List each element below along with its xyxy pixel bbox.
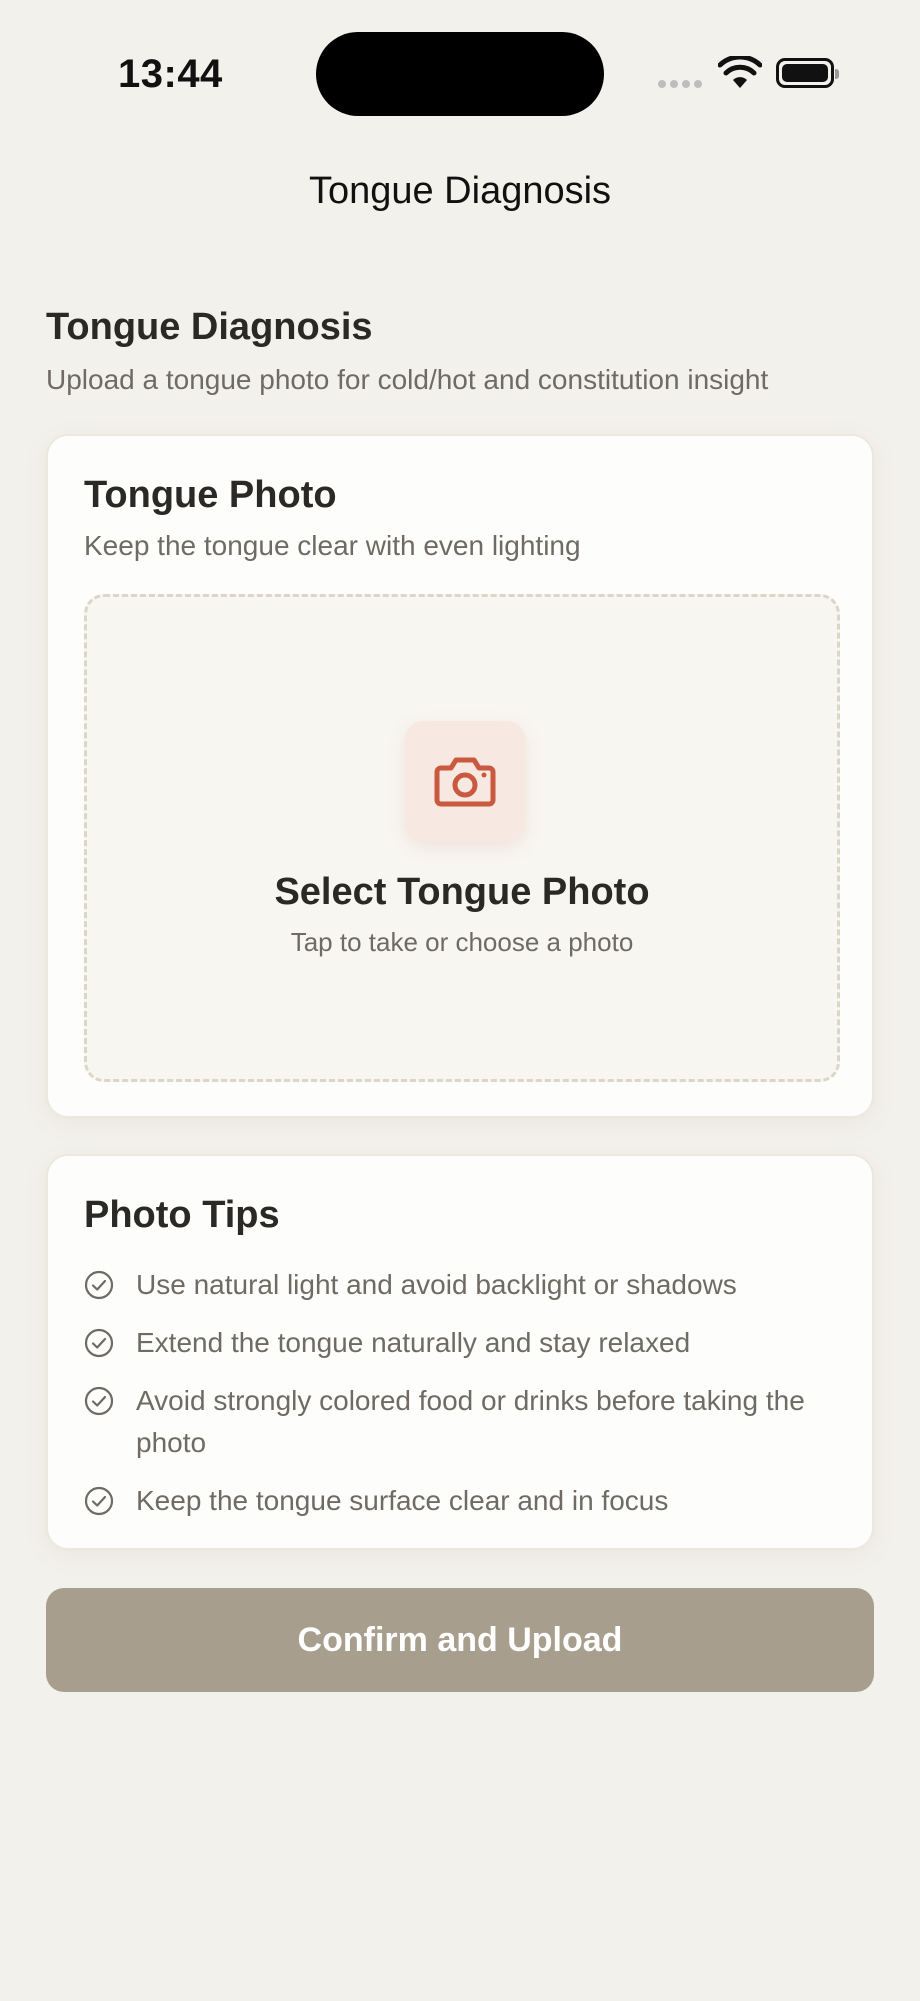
cellular-signal-icon	[658, 80, 702, 88]
tips-card-title: Photo Tips	[84, 1194, 280, 1236]
screen: 13:44 Tongue Diagnosis Tongue Diagnosis …	[0, 0, 920, 2001]
check-circle-icon	[84, 1486, 114, 1516]
tip-text: Use natural light and avoid backlight or…	[136, 1269, 737, 1300]
confirm-upload-button[interactable]: Confirm and Upload	[46, 1588, 874, 1692]
status-time: 13:44	[118, 52, 223, 96]
list-item: Keep the tongue surface clear and in foc…	[84, 1480, 844, 1522]
tip-text: Keep the tongue surface clear and in foc…	[136, 1485, 669, 1516]
photo-card-subtitle: Keep the tongue clear with even lighting	[84, 530, 581, 561]
photo-card-title: Tongue Photo	[84, 474, 337, 516]
check-circle-icon	[84, 1270, 114, 1300]
camera-icon-box	[405, 721, 525, 841]
dropzone-subtitle: Tap to take or choose a photo	[290, 927, 634, 957]
photo-dropzone[interactable]: Select Tongue Photo Tap to take or choos…	[84, 594, 840, 1082]
nav-title: Tongue Diagnosis	[308, 170, 612, 212]
dynamic-island	[316, 32, 604, 116]
tip-text: Extend the tongue naturally and stay rel…	[136, 1327, 691, 1358]
tips-list: Use natural light and avoid backlight or…	[84, 1264, 844, 1538]
battery-icon	[776, 58, 839, 88]
photo-tips-card: Photo Tips Use natural light and avoid b…	[46, 1154, 874, 1550]
wifi-icon	[718, 56, 762, 88]
list-item: Extend the tongue naturally and stay rel…	[84, 1322, 844, 1364]
list-item: Avoid strongly colored food or drinks be…	[84, 1380, 844, 1464]
tongue-photo-card: Tongue Photo Keep the tongue clear with …	[46, 434, 874, 1118]
check-circle-icon	[84, 1386, 114, 1416]
page-heading: Tongue Diagnosis	[46, 306, 373, 348]
page-subtitle: Upload a tongue photo for cold/hot and c…	[46, 364, 769, 395]
camera-icon	[434, 757, 496, 807]
check-circle-icon	[84, 1328, 114, 1358]
tip-text: Avoid strongly colored food or drinks be…	[136, 1385, 805, 1458]
list-item: Use natural light and avoid backlight or…	[84, 1264, 844, 1306]
dropzone-title: Select Tongue Photo	[274, 871, 650, 913]
